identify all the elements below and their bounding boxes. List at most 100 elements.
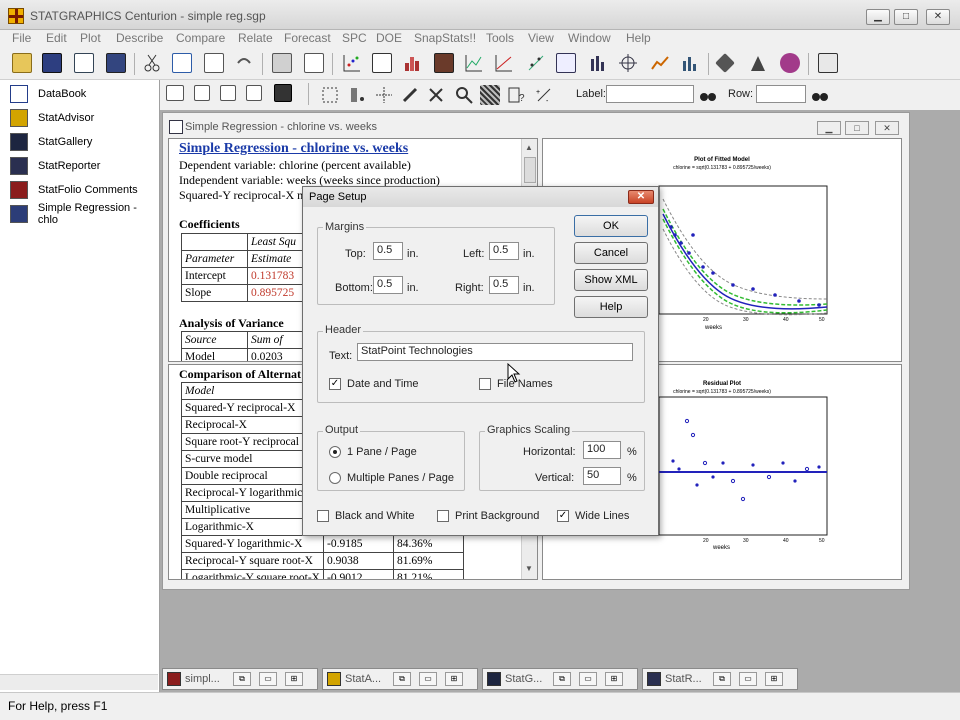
bottom-margin-input[interactable]: 0.5 <box>373 276 403 294</box>
diamond-icon[interactable] <box>715 53 735 73</box>
maximize-button[interactable]: □ <box>894 9 918 25</box>
exclude-point-icon[interactable] <box>426 85 446 105</box>
multiple-panes-radio[interactable] <box>329 472 341 484</box>
date-time-checkbox[interactable]: ✓ <box>329 378 341 390</box>
top-margin-input[interactable]: 0.5 <box>373 242 403 260</box>
ok-button[interactable]: OK <box>574 215 648 237</box>
child-close-button[interactable]: ✕ <box>875 121 899 135</box>
tile-icon[interactable]: ⊞ <box>285 672 303 686</box>
label-input[interactable] <box>606 85 694 103</box>
nav-statadvisor[interactable]: StatAdvisor <box>10 108 94 128</box>
scatter-matrix-icon[interactable] <box>526 53 546 73</box>
menu-plot[interactable]: Plot <box>80 31 101 45</box>
menu-file[interactable]: File <box>12 31 31 45</box>
close-button[interactable]: ✕ <box>926 9 950 25</box>
restore-icon[interactable]: ⧉ <box>233 672 251 686</box>
right-margin-input[interactable]: 0.5 <box>489 276 519 294</box>
print-icon[interactable] <box>272 53 292 73</box>
graphs-icon[interactable] <box>220 85 236 101</box>
menu-spc[interactable]: SPC <box>342 31 367 45</box>
statadvisor-icon[interactable] <box>748 53 768 73</box>
restore-icon[interactable]: ⧉ <box>393 672 411 686</box>
horizontal-scrollbar[interactable] <box>0 674 158 690</box>
trend-icon[interactable] <box>650 53 670 73</box>
restore-icon[interactable]: ⧉ <box>713 672 731 686</box>
calculator-icon[interactable] <box>818 53 838 73</box>
crosshair-icon[interactable] <box>618 53 638 73</box>
pane-options-icon[interactable] <box>166 85 184 101</box>
menu-forecast[interactable]: Forecast <box>284 31 331 45</box>
dialog-close-button[interactable]: ✕ <box>628 190 654 204</box>
black-white-checkbox[interactable] <box>317 510 329 522</box>
move-icon[interactable] <box>374 85 394 105</box>
box-plot-icon[interactable] <box>434 53 454 73</box>
open-folder-icon[interactable] <box>12 53 32 73</box>
maximize-icon[interactable]: ▭ <box>419 672 437 686</box>
databook-icon[interactable] <box>74 53 94 73</box>
save-icon[interactable] <box>42 53 62 73</box>
bar-chart-icon[interactable] <box>588 53 608 73</box>
maximize-icon[interactable]: ▭ <box>739 672 757 686</box>
tab-statgallery[interactable]: StatG... ⧉ ▭ ⊞ <box>482 668 638 690</box>
menu-view[interactable]: View <box>528 31 554 45</box>
tables-icon[interactable] <box>194 85 210 101</box>
tab-statreporter[interactable]: StatR... ⧉ ▭ ⊞ <box>642 668 798 690</box>
zoom-icon[interactable] <box>454 85 474 105</box>
menu-help[interactable]: Help <box>626 31 651 45</box>
nav-statgallery[interactable]: StatGallery <box>10 132 92 152</box>
fraction-icon[interactable]: + - <box>534 85 554 105</box>
tile-icon[interactable]: ⊞ <box>445 672 463 686</box>
menu-relate[interactable]: Relate <box>238 31 273 45</box>
scroll-up-icon[interactable]: ▲ <box>525 143 533 152</box>
horizontal-scaling-input[interactable]: 100 <box>583 441 621 459</box>
child-minimize-button[interactable]: ▁ <box>817 121 841 135</box>
menu-compare[interactable]: Compare <box>176 31 225 45</box>
menu-edit[interactable]: Edit <box>46 31 67 45</box>
header-text-input[interactable]: StatPoint Technologies <box>357 343 633 361</box>
binoculars-icon[interactable] <box>698 85 718 105</box>
nav-statreporter[interactable]: StatReporter <box>10 156 100 176</box>
undo-icon[interactable] <box>234 53 254 73</box>
brush-icon[interactable] <box>400 85 420 105</box>
identify-icon[interactable]: ? <box>506 85 526 105</box>
jitter-icon[interactable] <box>348 85 368 105</box>
nav-simple-regression[interactable]: Simple Regression - chlo <box>10 202 159 226</box>
scatterplot-icon[interactable] <box>342 53 362 73</box>
binoculars-icon[interactable] <box>810 85 830 105</box>
list-icon[interactable] <box>556 53 576 73</box>
print-background-checkbox[interactable] <box>437 510 449 522</box>
restore-icon[interactable]: ⧉ <box>553 672 571 686</box>
cancel-button[interactable]: Cancel <box>574 242 648 264</box>
column-chart-icon[interactable] <box>680 53 700 73</box>
tile-icon[interactable]: ⊞ <box>765 672 783 686</box>
paste-icon[interactable] <box>204 53 224 73</box>
maximize-icon[interactable]: ▭ <box>579 672 597 686</box>
row-input[interactable] <box>756 85 806 103</box>
menu-doe[interactable]: DOE <box>376 31 402 45</box>
nav-statfolio-comments[interactable]: StatFolio Comments <box>10 180 138 200</box>
copy-icon[interactable] <box>172 53 192 73</box>
wide-lines-checkbox[interactable]: ✓ <box>557 510 569 522</box>
line-chart-icon[interactable] <box>464 53 484 73</box>
tab-statadvisor[interactable]: StatA... ⧉ ▭ ⊞ <box>322 668 478 690</box>
scroll-thumb[interactable] <box>524 157 536 183</box>
scroll-down-icon[interactable]: ▼ <box>525 564 533 573</box>
marquee-icon[interactable] <box>320 85 340 105</box>
save-all-icon[interactable] <box>106 53 126 73</box>
cut-icon[interactable] <box>142 53 162 73</box>
minimize-button[interactable]: ▁ <box>866 9 890 25</box>
tile-icon[interactable]: ⊞ <box>605 672 623 686</box>
print-preview-icon[interactable] <box>304 53 324 73</box>
table-icon[interactable] <box>372 53 392 73</box>
print-pane-icon[interactable] <box>274 84 292 102</box>
maximize-icon[interactable]: ▭ <box>259 672 277 686</box>
regression-icon[interactable] <box>494 53 514 73</box>
one-pane-radio[interactable] <box>329 446 341 458</box>
vertical-scaling-input[interactable]: 50 <box>583 467 621 485</box>
histogram-icon[interactable] <box>402 53 422 73</box>
save-results-icon[interactable] <box>246 85 262 101</box>
menu-window[interactable]: Window <box>568 31 611 45</box>
show-xml-button[interactable]: Show XML <box>574 269 648 291</box>
file-names-checkbox[interactable] <box>479 378 491 390</box>
left-margin-input[interactable]: 0.5 <box>489 242 519 260</box>
